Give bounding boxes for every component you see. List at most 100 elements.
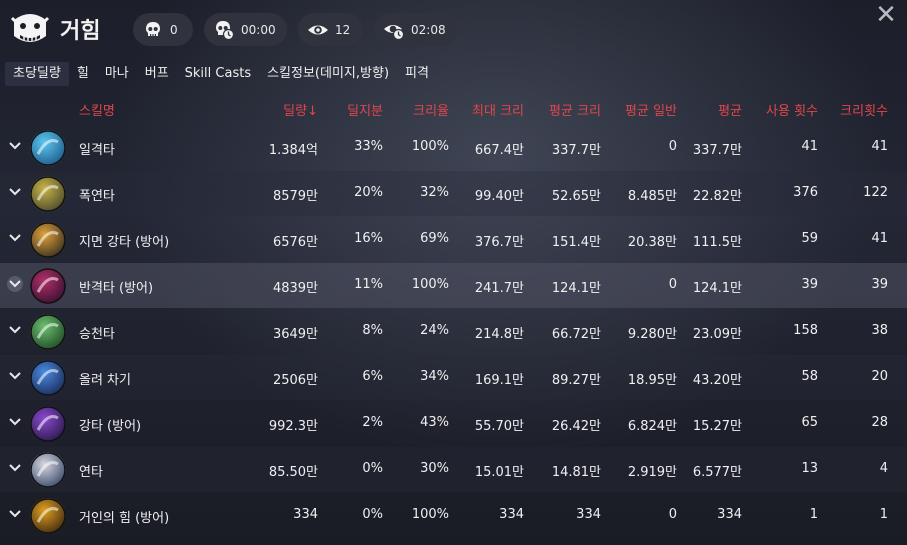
col-uses[interactable]: 사용 횟수 [766, 100, 818, 119]
skill-name: 일격타 [79, 143, 115, 158]
header: 거힘 0 00:00 12 02:08 ✕ [0, 0, 907, 60]
tab-skill-casts[interactable]: Skill Casts [177, 62, 259, 86]
cell-uses: 65 [801, 415, 818, 430]
cell-share: 0% [362, 461, 383, 476]
skill-icon [30, 176, 66, 212]
table-row[interactable]: 올려 차기 2506만 6% 34% 169.1만 89.27만 18.95만 43.20만 5… [0, 355, 907, 400]
view-time-counter[interactable]: 02:08 [374, 13, 457, 46]
tab-damage-taken[interactable]: 피격 [397, 62, 437, 86]
cell-uses: 41 [801, 139, 818, 154]
cell-share: 11% [354, 277, 383, 292]
cell-damage: 85.50만 [268, 465, 318, 480]
cell-crits: 41 [871, 231, 888, 246]
cell-crits: 20 [871, 369, 888, 384]
skill-icon [30, 268, 66, 304]
table-row[interactable]: 폭연타 8579만 20% 32% 99.40만 52.65만 8.485만 22.82만 37… [0, 171, 907, 216]
cell-max-crit: 214.8만 [474, 327, 524, 342]
col-max-crit[interactable]: 최대 크리 [472, 100, 524, 119]
cell-share: 2% [362, 415, 383, 430]
cell-max-crit: 15.01만 [474, 465, 524, 480]
table-row[interactable]: 연타 85.50만 0% 30% 15.01만 14.81만 2.919만 6.577만 13 4 [0, 447, 907, 492]
chevron-down-icon[interactable] [7, 138, 23, 154]
cell-damage: 334 [293, 507, 318, 522]
table-row[interactable]: 승천타 3649만 8% 24% 214.8만 66.72만 9.280만 23.09만 158… [0, 309, 907, 354]
tab-skill-info[interactable]: 스킬정보(데미지,방향) [259, 62, 397, 86]
chevron-down-icon[interactable] [7, 276, 23, 292]
cell-avg-normal: 0 [668, 139, 677, 154]
cell-share: 33% [354, 139, 383, 154]
cell-max-crit: 241.7만 [474, 281, 524, 296]
table-row[interactable]: 일격타 1.384억 33% 100% 667.4만 337.7만 0 337.7만 41 41 [0, 125, 907, 170]
cell-damage: 2506만 [272, 373, 318, 388]
skill-name: 지면 강타 (방어) [79, 235, 170, 250]
tab-heal[interactable]: 힐 [69, 62, 97, 86]
skull-clock-icon [213, 19, 235, 41]
cell-crit-rate: 30% [420, 461, 449, 476]
skill-name: 강타 (방어) [79, 419, 142, 434]
table-row[interactable]: 거인의 힘 (방어) 334 0% 100% 334 334 0 334 1 1 [0, 493, 907, 538]
cell-crits: 39 [871, 277, 888, 292]
cell-uses: 58 [801, 369, 818, 384]
close-icon[interactable]: ✕ [874, 2, 898, 28]
cell-avg: 22.82만 [692, 189, 742, 204]
tab-mana[interactable]: 마나 [97, 62, 137, 86]
death-time-value: 00:00 [241, 22, 276, 37]
skill-name: 폭연타 [79, 189, 115, 204]
col-skill-name[interactable]: 스킬명 [79, 100, 115, 119]
cell-crits: 41 [871, 139, 888, 154]
cell-max-crit: 334 [499, 507, 524, 522]
cell-crit-rate: 24% [420, 323, 449, 338]
skull-icon [142, 19, 164, 41]
cell-avg: 6.577만 [692, 465, 742, 480]
table-row[interactable]: 강타 (방어) 992.3만 2% 43% 55.70만 26.42만 6.824만 15.2… [0, 401, 907, 446]
col-avg[interactable]: 평균 [718, 100, 742, 119]
cell-avg: 111.5만 [692, 235, 742, 250]
cell-damage: 4839만 [272, 281, 318, 296]
cell-avg-normal: 9.280만 [627, 327, 677, 342]
col-damage[interactable]: 딜량↓ [283, 100, 318, 119]
cell-crits: 1 [879, 507, 888, 522]
cell-damage: 8579만 [272, 189, 318, 204]
col-avg-crit[interactable]: 평균 크리 [549, 100, 601, 119]
chevron-down-icon[interactable] [7, 230, 23, 246]
cell-uses: 39 [801, 277, 818, 292]
chevron-down-icon[interactable] [7, 184, 23, 200]
tab-dps[interactable]: 초당딜량 [5, 62, 69, 86]
table-row[interactable]: 지면 강타 (방어) 6576만 16% 69% 376.7만 151.4만 20.38만 1… [0, 217, 907, 262]
col-crit-rate[interactable]: 크리율 [413, 100, 449, 119]
skill-icon [30, 314, 66, 350]
skill-name: 올려 차기 [79, 373, 131, 388]
view-time-value: 02:08 [411, 22, 446, 37]
cell-damage: 3649만 [272, 327, 318, 342]
cell-avg-normal: 8.485만 [627, 189, 677, 204]
skill-icon [30, 222, 66, 258]
chevron-down-icon[interactable] [7, 506, 23, 522]
skill-icon [30, 360, 66, 396]
skill-icon [30, 130, 66, 166]
cell-crits: 4 [879, 461, 888, 476]
chevron-down-icon[interactable] [7, 322, 23, 338]
death-time-counter[interactable]: 00:00 [204, 13, 287, 46]
col-crit-count[interactable]: 크리횟수 [840, 100, 888, 119]
cell-crit-rate: 100% [411, 507, 449, 522]
col-avg-normal[interactable]: 평균 일반 [625, 100, 677, 119]
cell-share: 8% [362, 323, 383, 338]
skill-icon [30, 498, 66, 534]
cell-uses: 376 [793, 185, 818, 200]
cell-avg-crit: 89.27만 [551, 373, 601, 388]
table-row[interactable]: 반격타 (방어) 4839만 11% 100% 241.7만 124.1만 0 124.1만 3… [0, 263, 907, 308]
col-share[interactable]: 딜지분 [347, 100, 383, 119]
chevron-down-icon[interactable] [7, 460, 23, 476]
views-counter[interactable]: 12 [298, 13, 363, 46]
cell-damage: 992.3만 [268, 419, 318, 434]
chevron-down-icon[interactable] [7, 368, 23, 384]
cell-avg-normal: 6.824만 [627, 419, 677, 434]
chevron-down-icon[interactable] [7, 414, 23, 430]
skill-icon [30, 406, 66, 442]
cell-avg-normal: 0 [668, 277, 677, 292]
deaths-counter[interactable]: 0 [133, 13, 193, 46]
tab-buff[interactable]: 버프 [137, 62, 177, 86]
cell-share: 20% [354, 185, 383, 200]
cell-avg-crit: 124.1만 [551, 281, 601, 296]
cell-crits: 28 [871, 415, 888, 430]
